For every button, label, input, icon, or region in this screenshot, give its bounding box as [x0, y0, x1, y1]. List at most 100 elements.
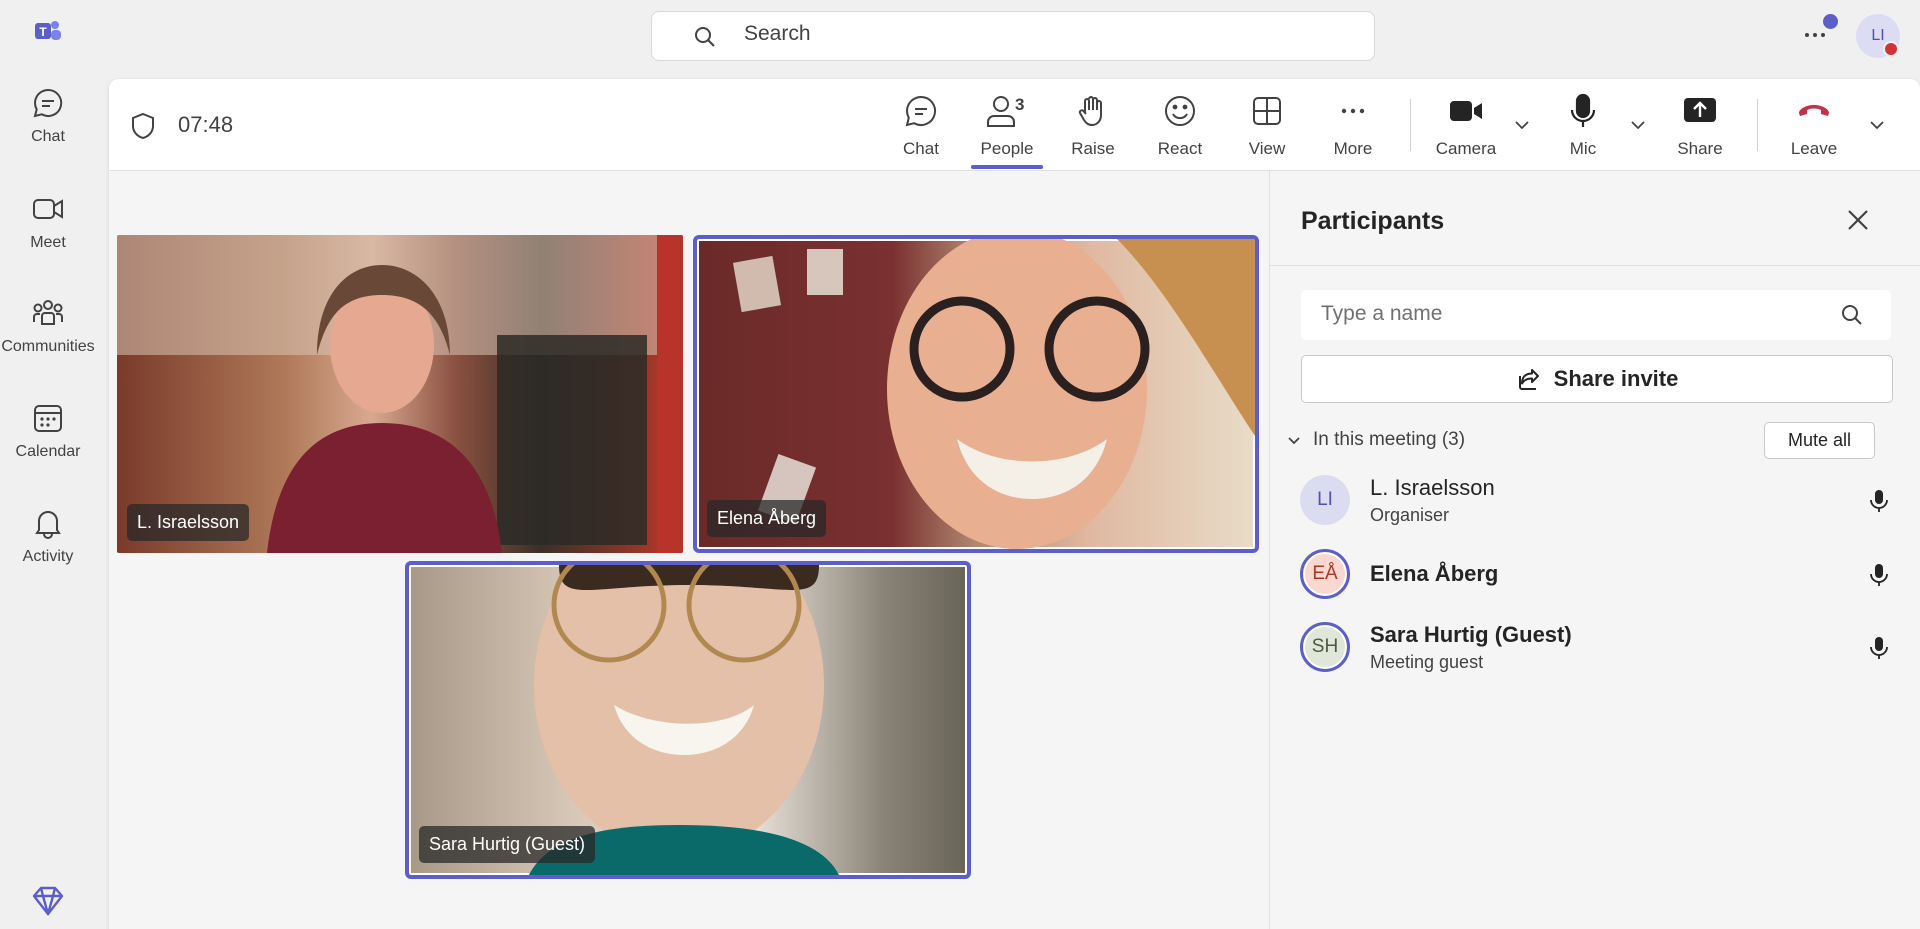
- panel-divider: [1270, 265, 1920, 266]
- video-tile-sara-hurtig[interactable]: Sara Hurtig (Guest): [405, 561, 971, 879]
- more-button[interactable]: More: [1313, 93, 1393, 159]
- avatar-initials: LI: [1317, 489, 1333, 510]
- chat-button[interactable]: Chat: [881, 93, 961, 159]
- search-icon: [1842, 305, 1862, 325]
- people-button[interactable]: 3 People: [967, 93, 1047, 159]
- video-stage: L. Israelsson Elena Åberg Sara Hurtig (G…: [109, 171, 1269, 929]
- more-icon: [1341, 108, 1365, 114]
- participant-row[interactable]: LI L. Israelsson Organiser: [1290, 467, 1900, 533]
- raise-hand-button[interactable]: Raise: [1053, 93, 1133, 159]
- participant-row[interactable]: EÅ Elena Åberg: [1290, 541, 1900, 607]
- leave-options-chevron-icon[interactable]: [1867, 115, 1887, 135]
- toolbar-divider: [1757, 99, 1758, 151]
- participants-panel: Participants Share invite In this meetin…: [1269, 171, 1920, 929]
- premium-diamond-icon[interactable]: [30, 884, 66, 918]
- participant-name: Elena Åberg: [1370, 561, 1499, 586]
- video-tile-elena-aberg[interactable]: Elena Åberg: [693, 235, 1259, 553]
- calendar-icon: [34, 405, 62, 432]
- participant-name: Sara Hurtig (Guest): [1370, 622, 1572, 647]
- svg-text:T: T: [39, 25, 47, 39]
- rail-label-meet: Meet: [30, 234, 66, 251]
- chevron-down-icon: [1288, 437, 1300, 445]
- camera-options-chevron-icon[interactable]: [1512, 115, 1532, 135]
- video-tile-l-israelsson[interactable]: L. Israelsson: [117, 235, 683, 553]
- meeting-header: 07:48 Chat 3 People Raise React View Mor…: [109, 79, 1920, 171]
- rail-label-calendar: Calendar: [15, 443, 81, 460]
- toolbar-divider: [1410, 99, 1411, 151]
- meeting-window: 07:48 Chat 3 People Raise React View Mor…: [109, 79, 1920, 929]
- rail-label-activity: Activity: [22, 548, 74, 565]
- communities-icon: [33, 300, 63, 325]
- chat-icon: [905, 95, 937, 127]
- in-meeting-section-label: In this meeting (3): [1313, 429, 1466, 450]
- camera-icon: [1450, 101, 1482, 121]
- bell-icon: [35, 511, 61, 539]
- chat-icon: [33, 88, 63, 118]
- react-button[interactable]: React: [1140, 93, 1220, 159]
- mic-label: Mic: [1569, 139, 1597, 158]
- rail-label-chat: Chat: [31, 128, 65, 145]
- teams-logo-icon[interactable]: T: [33, 16, 63, 46]
- app-rail: T Chat Meet Communities Calendar Activit…: [0, 0, 96, 929]
- people-active-indicator: [971, 165, 1043, 169]
- hang-up-icon: [1799, 105, 1829, 116]
- rail-item-communities[interactable]: Communities: [0, 296, 96, 376]
- close-icon[interactable]: [1845, 207, 1871, 233]
- rail-label-communities: Communities: [1, 338, 95, 355]
- mute-all-button[interactable]: Mute all: [1764, 422, 1875, 459]
- avatar: SH: [1300, 622, 1350, 672]
- participant-search-input[interactable]: [1321, 302, 1821, 326]
- more-label: More: [1333, 139, 1373, 158]
- participant-search[interactable]: [1301, 290, 1891, 340]
- search-icon: [695, 27, 715, 47]
- raise-hand-icon: [1078, 96, 1102, 126]
- camera-button[interactable]: Camera: [1426, 93, 1506, 159]
- emoji-icon: [1165, 96, 1195, 126]
- participant-name: L. Israelsson: [1370, 475, 1495, 500]
- avatar-initials: EÅ: [1312, 563, 1338, 584]
- microphone-icon[interactable]: [1868, 636, 1890, 660]
- participant-row[interactable]: SH Sara Hurtig (Guest) Meeting guest: [1290, 614, 1900, 680]
- leave-button[interactable]: Leave: [1774, 93, 1854, 159]
- view-label: View: [1248, 139, 1286, 158]
- avatar: LI: [1300, 475, 1350, 525]
- share-label: Share: [1677, 139, 1723, 158]
- grid-view-icon: [1253, 97, 1281, 125]
- meeting-timer: 07:48: [178, 112, 234, 137]
- raise-label: Raise: [1071, 139, 1115, 158]
- presence-status-dot: [1883, 41, 1899, 57]
- share-invite-button[interactable]: Share invite: [1301, 355, 1893, 403]
- react-label: React: [1157, 139, 1203, 158]
- name-tag: Sara Hurtig (Guest): [419, 826, 596, 863]
- avatar: EÅ: [1300, 549, 1350, 599]
- chat-label: Chat: [903, 139, 939, 158]
- share-icon: [1518, 369, 1539, 390]
- microphone-icon: [1570, 93, 1596, 127]
- notification-badge: [1823, 14, 1838, 29]
- share-button[interactable]: Share: [1660, 93, 1740, 159]
- rail-item-chat[interactable]: Chat: [0, 86, 96, 166]
- participant-role: Meeting guest: [1370, 652, 1484, 672]
- microphone-icon[interactable]: [1868, 563, 1890, 587]
- name-tag: Elena Åberg: [707, 500, 827, 537]
- people-icon: [987, 96, 1015, 127]
- camera-label: Camera: [1435, 139, 1497, 158]
- avatar-initials: SH: [1311, 636, 1339, 657]
- global-search[interactable]: [651, 11, 1375, 61]
- mic-options-chevron-icon[interactable]: [1628, 115, 1648, 135]
- mic-button[interactable]: Mic: [1543, 93, 1623, 159]
- name-tag: L. Israelsson: [127, 504, 250, 541]
- share-invite-label: Share invite: [1553, 366, 1679, 391]
- rail-item-calendar[interactable]: Calendar: [0, 401, 96, 481]
- share-screen-icon: [1684, 98, 1716, 122]
- shield-icon[interactable]: [129, 111, 157, 141]
- leave-label: Leave: [1790, 139, 1838, 158]
- search-input[interactable]: [744, 22, 1344, 46]
- view-button[interactable]: View: [1227, 93, 1307, 159]
- user-initials: LI: [1871, 27, 1885, 44]
- rail-item-meet[interactable]: Meet: [0, 192, 96, 272]
- microphone-icon[interactable]: [1868, 489, 1890, 513]
- in-meeting-section-toggle[interactable]: In this meeting (3): [1285, 429, 1465, 451]
- rail-item-activity[interactable]: Activity: [0, 506, 96, 586]
- panel-title: Participants: [1301, 207, 1445, 235]
